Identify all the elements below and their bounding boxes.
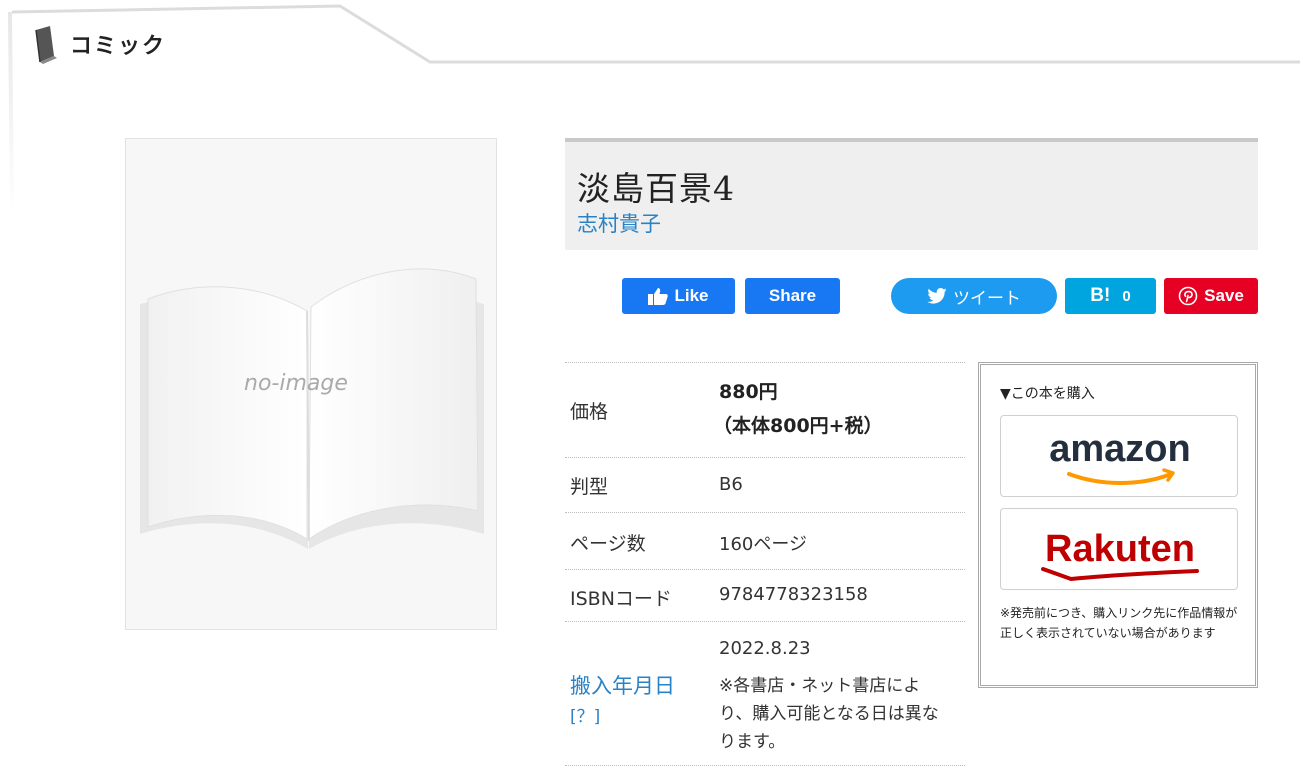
purchase-note: ※発売前につき、購入リンク先に作品情報が正しく表示されていない場合があります xyxy=(1000,606,1238,640)
pages-label: ページ数 xyxy=(570,533,646,555)
isbn-label: ISBNコード xyxy=(570,588,672,610)
pinterest-save-button[interactable]: Save xyxy=(1164,278,1258,314)
facebook-share-button[interactable]: Share xyxy=(745,278,840,314)
hatena-bookmark-button[interactable]: B! 0 xyxy=(1065,278,1156,314)
rakuten-logo: Rakuten xyxy=(1041,528,1199,582)
book-icon xyxy=(35,26,57,64)
price-label: 価格 xyxy=(570,401,609,423)
isbn-value: 9784778323158 xyxy=(719,584,868,605)
section-title: コミック xyxy=(70,34,167,59)
thumbs-up-icon xyxy=(648,288,669,305)
hatena-b-icon: B! xyxy=(1090,285,1111,306)
twitter-bird-icon xyxy=(927,288,947,304)
like-label: Like xyxy=(674,286,709,305)
rakuten-logo-text: Rakuten xyxy=(1045,528,1195,570)
price-value: 880円 xyxy=(719,381,778,403)
pages-value: 160ページ xyxy=(719,534,807,555)
share-label: Share xyxy=(768,286,817,305)
save-label: Save xyxy=(1204,286,1244,305)
price-detail: （本体800円+税） xyxy=(713,415,883,437)
release-date-help-link[interactable]: [？] xyxy=(570,702,600,727)
pinterest-icon xyxy=(1178,286,1198,306)
title-block: 淡島百景4 志村貴子 xyxy=(565,138,1258,250)
author-link[interactable]: 志村貴子 xyxy=(577,208,661,238)
book-title: 淡島百景4 xyxy=(577,169,735,208)
amazon-button[interactable]: amazon xyxy=(1000,415,1238,497)
book-info-table: 価格 880円 （本体800円+税） 判型 B6 ページ数 160ページ ISB… xyxy=(565,362,965,766)
hatena-count: 0 xyxy=(1122,287,1131,305)
size-value: B6 xyxy=(719,474,743,495)
amazon-logo-text: amazon xyxy=(1049,428,1190,470)
release-date-value: 2022.8.23 xyxy=(719,638,811,659)
size-label: 判型 xyxy=(570,476,609,498)
purchase-heading: ▼この本を購入 xyxy=(1000,386,1095,402)
isbn-row: ISBNコード 9784778323158 xyxy=(565,569,965,621)
release-date-label: 搬入年月日 xyxy=(570,674,675,698)
tweet-label: ツイート xyxy=(953,288,1021,308)
no-image-text: no-image xyxy=(244,371,348,396)
book-cover-placeholder: no-image xyxy=(125,138,497,630)
release-date-row: 搬入年月日 [？] 2022.8.23 ※各書店・ネット書店により、購入可能とな… xyxy=(565,621,965,766)
release-date-note: ※各書店・ネット書店により、購入可能となる日は異なります。 xyxy=(719,676,939,752)
price-row: 価格 880円 （本体800円+税） xyxy=(565,362,965,457)
purchase-box: ▼この本を購入 amazon Rakuten ※発売前につき、購入リンク先に作品… xyxy=(978,362,1258,688)
facebook-like-button[interactable]: Like xyxy=(622,278,735,314)
rakuten-button[interactable]: Rakuten xyxy=(1000,508,1238,590)
pages-row: ページ数 160ページ xyxy=(565,512,965,569)
size-row: 判型 B6 xyxy=(565,457,965,512)
tweet-button[interactable]: ツイート xyxy=(891,278,1057,314)
amazon-logo: amazon xyxy=(1049,428,1191,485)
